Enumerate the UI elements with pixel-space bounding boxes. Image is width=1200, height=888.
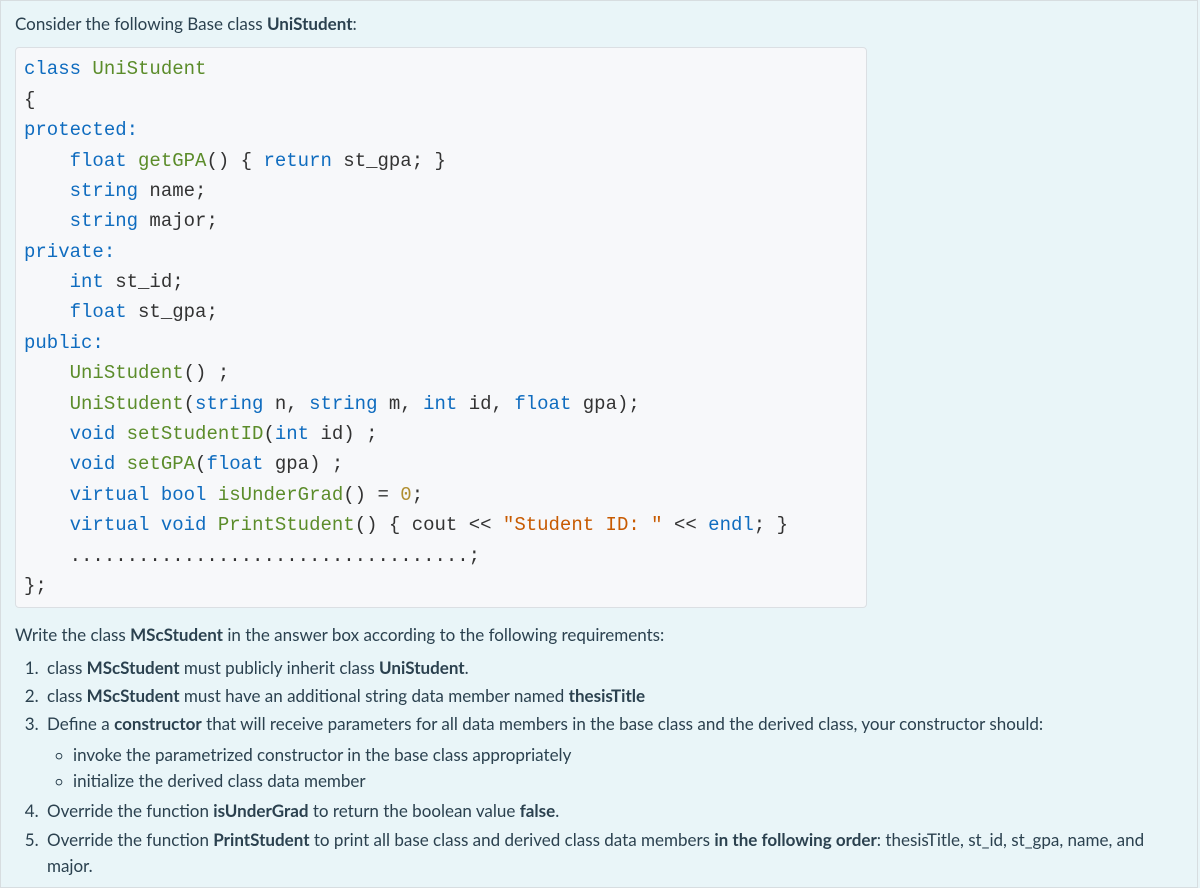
req-3: Define a constructor that will receive p…	[43, 711, 1183, 794]
req-2: class MScStudent must have an additional…	[43, 683, 1183, 709]
code-text: name;	[138, 180, 206, 202]
req-text: class	[47, 657, 87, 678]
requirements-list: class MScStudent must publicly inherit c…	[15, 655, 1183, 880]
code-text: n,	[263, 393, 309, 415]
type-float: float	[206, 453, 263, 475]
code-text: gpa) ;	[263, 453, 343, 475]
kw-return: return	[263, 150, 331, 172]
req-text: Override the function	[47, 800, 213, 821]
type-float: float	[70, 301, 127, 323]
open-brace: {	[24, 89, 35, 111]
access-protected: protected:	[24, 119, 138, 141]
intro-text: Consider the following Base class UniStu…	[15, 11, 1183, 37]
req-text: that will receive parameters for all dat…	[202, 713, 1043, 734]
code-text: (	[263, 423, 274, 445]
followup-text: Write the class MScStudent in the answer…	[15, 622, 1183, 648]
ellipsis-line: ...................................;	[70, 545, 480, 567]
kw-void: void	[70, 423, 116, 445]
code-text: (	[195, 453, 206, 475]
code-text: id) ;	[309, 423, 377, 445]
req-bold: in the following order	[714, 829, 876, 850]
req-1: class MScStudent must publicly inherit c…	[43, 655, 1183, 681]
code-text: () ;	[184, 362, 230, 384]
question-container: Consider the following Base class UniStu…	[0, 0, 1198, 888]
code-text: ;	[412, 484, 423, 506]
code-text: st_gpa;	[127, 301, 218, 323]
code-pre: class UniStudent { protected: float getG…	[24, 54, 858, 601]
type-int: int	[423, 393, 457, 415]
num-zero: 0	[400, 484, 411, 506]
kw-virtual: virtual	[70, 484, 150, 506]
req-bold: MScStudent	[87, 657, 180, 678]
req-text: must have an additional string data memb…	[180, 685, 569, 706]
kw-class: class	[24, 58, 81, 80]
req-bold: thesisTitle	[569, 685, 645, 706]
req-bold: UniStudent	[379, 657, 465, 678]
req-text: to print all base class and derived clas…	[310, 829, 715, 850]
kw-virtual: virtual	[70, 514, 150, 536]
kw-void: void	[161, 514, 207, 536]
req-3-sub-1: invoke the parametrized constructor in t…	[73, 742, 1183, 768]
kw-endl: endl	[708, 514, 754, 536]
req-bold: false	[520, 800, 555, 821]
code-text: <<	[663, 514, 709, 536]
string-literal: "Student ID: "	[503, 514, 663, 536]
code-text: () { cout <<	[355, 514, 503, 536]
code-text: (	[184, 393, 195, 415]
req-text: Define a	[47, 713, 114, 734]
intro-prefix: Consider the following Base class	[15, 13, 267, 34]
req-text: .	[555, 800, 559, 821]
req-text: to return the boolean value	[309, 800, 520, 821]
type-string: string	[309, 393, 377, 415]
fn-setgpa: setGPA	[127, 453, 195, 475]
type-int: int	[275, 423, 309, 445]
type-float: float	[70, 150, 127, 172]
ctor: UniStudent	[70, 362, 184, 384]
kw-void: void	[70, 453, 116, 475]
code-block: class UniStudent { protected: float getG…	[15, 47, 867, 608]
code-text: st_gpa; }	[332, 150, 446, 172]
code-text: () =	[343, 484, 400, 506]
type-float: float	[514, 393, 571, 415]
req-text: class	[47, 685, 87, 706]
type-int: int	[70, 271, 104, 293]
fn-isundergrad: isUnderGrad	[218, 484, 343, 506]
follow-classname: MScStudent	[130, 624, 223, 645]
req-bold: isUnderGrad	[213, 800, 308, 821]
fn-printstudent: PrintStudent	[218, 514, 355, 536]
follow-prefix: Write the class	[15, 624, 130, 645]
code-text: gpa);	[571, 393, 639, 415]
fn-getgpa: getGPA	[138, 150, 206, 172]
ctor: UniStudent	[70, 393, 184, 415]
access-public: public:	[24, 332, 104, 354]
type-string: string	[70, 180, 138, 202]
class-name: UniStudent	[92, 58, 206, 80]
code-text: ; }	[754, 514, 788, 536]
intro-suffix: :	[353, 13, 357, 34]
code-text: m,	[378, 393, 424, 415]
req-3-sublist: invoke the parametrized constructor in t…	[47, 742, 1183, 795]
req-4: Override the function isUnderGrad to ret…	[43, 798, 1183, 824]
follow-suffix: in the answer box according to the follo…	[223, 624, 664, 645]
code-text: () {	[206, 150, 252, 172]
kw-bool: bool	[161, 484, 207, 506]
req-bold: MScStudent	[87, 685, 180, 706]
req-5: Override the function PrintStudent to pr…	[43, 827, 1183, 880]
type-string: string	[70, 210, 138, 232]
code-text: id,	[457, 393, 514, 415]
type-string: string	[195, 393, 263, 415]
req-bold: PrintStudent	[213, 829, 309, 850]
code-text: st_id;	[104, 271, 184, 293]
req-text: Override the function	[47, 829, 213, 850]
req-text: .	[465, 657, 469, 678]
close-brace: };	[24, 575, 47, 597]
code-text: major;	[138, 210, 218, 232]
access-private: private:	[24, 241, 115, 263]
req-text: must publicly inherit class	[180, 657, 379, 678]
fn-setstudentid: setStudentID	[127, 423, 264, 445]
intro-classname: UniStudent	[267, 13, 353, 34]
req-bold: constructor	[114, 713, 202, 734]
req-3-sub-2: initialize the derived class data member	[73, 768, 1183, 794]
